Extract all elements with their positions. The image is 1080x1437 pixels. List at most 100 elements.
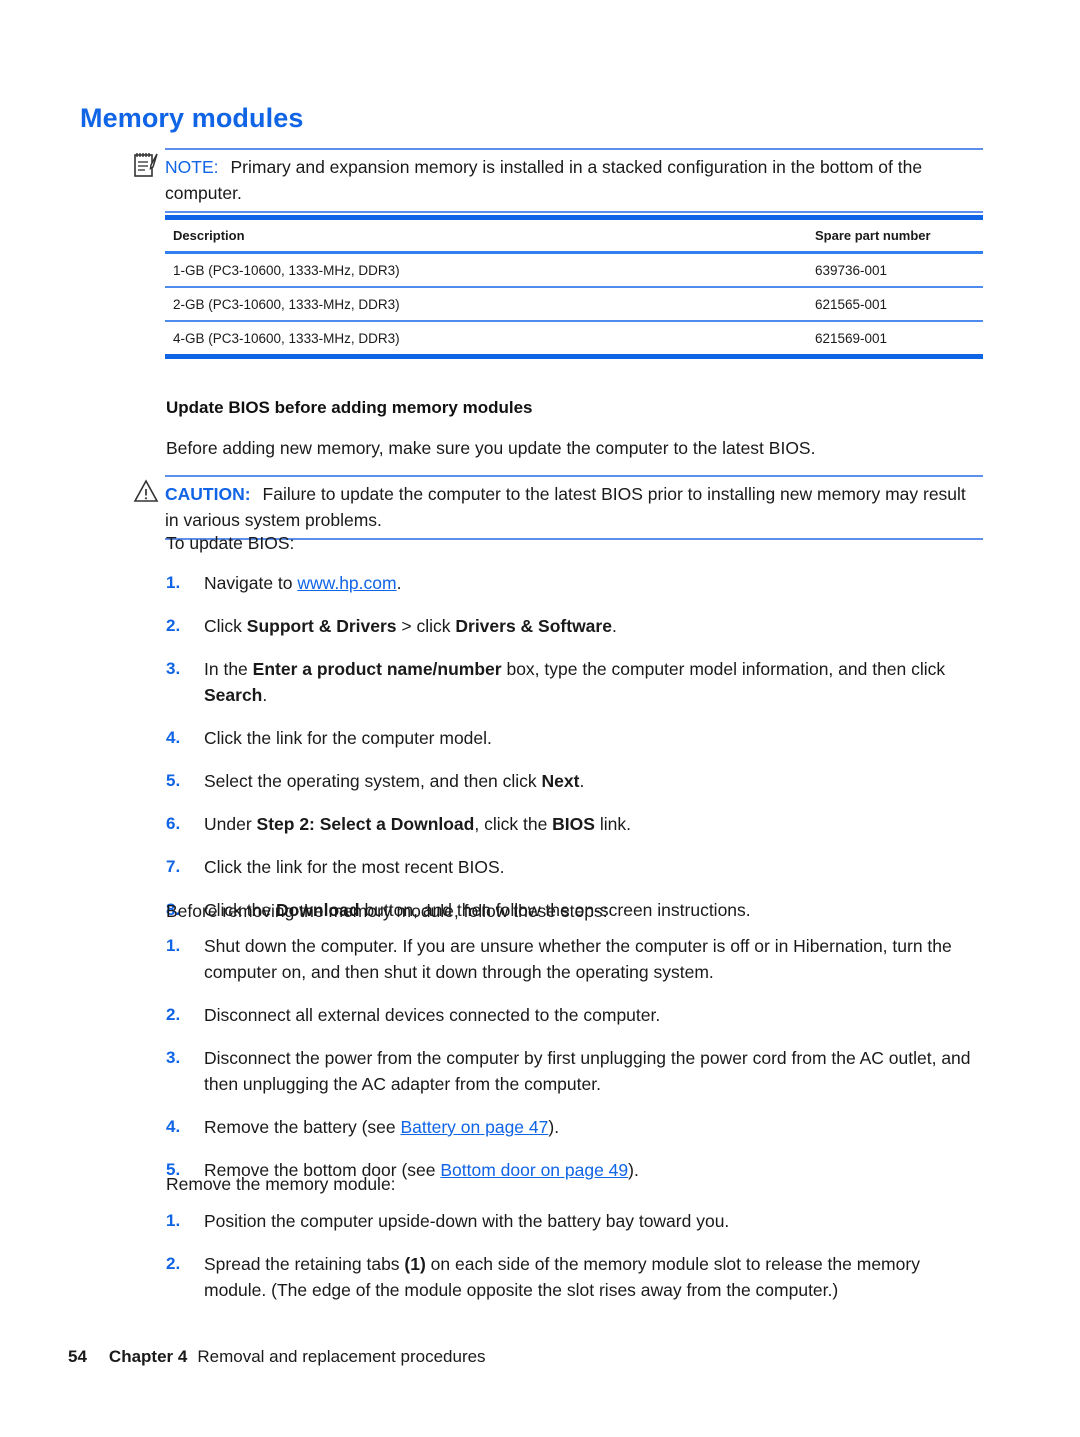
bios-update-steps: 1. Navigate to www.hp.com. 2. Click Supp… xyxy=(166,570,984,940)
document-page: Memory modules NOTE: Primary and expansio… xyxy=(0,0,1080,1437)
note-body: NOTE: Primary and expansion memory is ins… xyxy=(165,148,983,213)
plain-text: Spread the retaining tabs xyxy=(204,1254,405,1274)
list-item-text: Disconnect the power from the computer b… xyxy=(204,1048,971,1094)
list-item-number: 1. xyxy=(166,936,181,955)
footer-page-number: 54 xyxy=(68,1347,87,1366)
plain-text: . xyxy=(262,685,268,705)
emphasized-text: BIOS xyxy=(552,814,595,834)
list-item-number: 6. xyxy=(166,814,181,833)
note-admonition: NOTE: Primary and expansion memory is ins… xyxy=(133,148,983,213)
list-item-text: Click the link for the computer model. xyxy=(204,725,984,751)
list-item-text: In the Enter a product name/number box, … xyxy=(204,656,984,708)
list-item: 3. Disconnect the power from the compute… xyxy=(166,1045,984,1097)
memory-modules-table: Description Spare part number 1-GB (PC3-… xyxy=(165,215,983,359)
section-intro-paragraph: Before adding new memory, make sure you … xyxy=(166,438,816,458)
list-item: 2. Disconnect all external devices conne… xyxy=(166,1002,984,1028)
emphasized-text: Support & Drivers xyxy=(246,616,397,636)
list-item-text: Disconnect all external devices connecte… xyxy=(204,1005,661,1025)
plain-text: Click xyxy=(204,616,247,636)
list-item-text: Navigate to www.hp.com. xyxy=(204,570,984,596)
list-item: 6. Under Step 2: Select a Download, clic… xyxy=(166,811,984,837)
list-item: 1. Shut down the computer. If you are un… xyxy=(166,933,984,985)
emphasized-text: Next xyxy=(541,771,580,791)
table-rule-bottom xyxy=(165,354,983,359)
hp-com-link[interactable]: www.hp.com xyxy=(297,573,396,593)
text-before-link: Navigate to xyxy=(204,573,298,593)
column-header-spare-part-number: Spare part number xyxy=(815,228,931,243)
footer-chapter-title: Removal and replacement procedures xyxy=(197,1347,486,1366)
table-row: 2-GB (PC3-10600, 1333-MHz, DDR3) 621565-… xyxy=(165,288,983,320)
emphasized-text: Step 2: Select a Download xyxy=(256,814,475,834)
plain-text: box, type the computer model information… xyxy=(501,659,946,679)
list-item-text: Click the link for the most recent BIOS. xyxy=(204,854,984,880)
column-header-description: Description xyxy=(173,228,245,243)
list-item: 1. Position the computer upside-down wit… xyxy=(166,1208,984,1234)
emphasized-text: Drivers & Software xyxy=(455,616,612,636)
cell-description: 4-GB (PC3-10600, 1333-MHz, DDR3) xyxy=(173,330,400,346)
remove-module-lead-in: Remove the memory module: xyxy=(166,1174,396,1194)
table-row: 4-GB (PC3-10600, 1333-MHz, DDR3) 621569-… xyxy=(165,322,983,354)
page-footer: 54 Chapter 4 Removal and replacement proce… xyxy=(68,1347,486,1367)
note-pad-pencil-icon xyxy=(133,151,159,179)
list-item: 1. Navigate to www.hp.com. xyxy=(166,570,984,596)
bios-list-lead-in: To update BIOS: xyxy=(166,533,295,553)
cell-part-number: 639736-001 xyxy=(815,262,888,278)
text-after-link: ). xyxy=(548,1117,560,1137)
list-item-number: 1. xyxy=(166,573,181,592)
list-item-text: Under Step 2: Select a Download, click t… xyxy=(204,811,984,837)
before-removing-lead-in: Before removing the memory module, follo… xyxy=(166,901,608,921)
list-item: 2. Click Support & Drivers > click Drive… xyxy=(166,613,984,639)
page-title: Memory modules xyxy=(80,103,304,133)
table-row: 1-GB (PC3-10600, 1333-MHz, DDR3) 639736-… xyxy=(165,254,983,286)
list-item-number: 3. xyxy=(166,659,181,678)
cell-part-number: 621569-001 xyxy=(815,330,888,346)
caution-label: CAUTION: xyxy=(165,484,251,504)
list-item-number: 5. xyxy=(166,771,181,790)
list-item: 7. Click the link for the most recent BI… xyxy=(166,854,984,880)
plain-text: , click the xyxy=(474,814,553,834)
list-item-number: 2. xyxy=(166,1005,181,1024)
list-item: 3. In the Enter a product name/number bo… xyxy=(166,656,984,708)
battery-page-link[interactable]: Battery on page 47 xyxy=(400,1117,548,1137)
plain-text: Under xyxy=(204,814,257,834)
list-item-text: Select the operating system, and then cl… xyxy=(204,768,984,794)
cell-description: 1-GB (PC3-10600, 1333-MHz, DDR3) xyxy=(173,262,400,278)
remove-module-steps: 1. Position the computer upside-down wit… xyxy=(166,1208,984,1320)
note-text: Primary and expansion memory is installe… xyxy=(165,157,923,203)
table-header-row: Description Spare part number xyxy=(165,220,983,251)
cell-description: 2-GB (PC3-10600, 1333-MHz, DDR3) xyxy=(173,296,400,312)
list-item: 5. Select the operating system, and then… xyxy=(166,768,984,794)
list-item-text: Remove the battery (see Battery on page … xyxy=(204,1114,984,1140)
footer-chapter-label: Chapter 4 xyxy=(108,1347,188,1366)
caution-text: Failure to update the computer to the la… xyxy=(165,484,966,530)
before-removing-steps: 1. Shut down the computer. If you are un… xyxy=(166,933,984,1200)
list-item-number: 4. xyxy=(166,728,181,747)
note-label: NOTE: xyxy=(165,157,219,177)
list-item-text: Shut down the computer. If you are unsur… xyxy=(204,936,952,982)
list-item: 2. Spread the retaining tabs (1) on each… xyxy=(166,1251,984,1303)
plain-text: In the xyxy=(204,659,253,679)
cell-part-number: 621565-001 xyxy=(815,296,888,312)
plain-text: Position the computer upside-down with t… xyxy=(204,1211,730,1231)
plain-text: . xyxy=(579,771,585,791)
section-subheading: Update BIOS before adding memory modules xyxy=(166,398,533,417)
emphasized-text: (1) xyxy=(404,1254,426,1274)
plain-text: Click the link for the most recent BIOS. xyxy=(204,857,505,877)
list-item-number: 1. xyxy=(166,1211,181,1230)
plain-text: Click the link for the computer model. xyxy=(204,728,492,748)
list-item: 4. Click the link for the computer model… xyxy=(166,725,984,751)
plain-text: > click xyxy=(396,616,456,636)
list-item-number: 2. xyxy=(166,616,181,635)
emphasized-text: Enter a product name/number xyxy=(252,659,502,679)
list-item-text: Position the computer upside-down with t… xyxy=(204,1208,984,1234)
text-before-link: Remove the battery (see xyxy=(204,1117,401,1137)
warning-triangle-icon xyxy=(133,478,159,506)
text-after-link: . xyxy=(396,573,402,593)
plain-text: Select the operating system, and then cl… xyxy=(204,771,542,791)
list-item-number: 7. xyxy=(166,857,181,876)
list-item-text: Spread the retaining tabs (1) on each si… xyxy=(204,1251,984,1303)
list-item-number: 3. xyxy=(166,1048,181,1067)
list-item-text: Click Support & Drivers > click Drivers … xyxy=(204,613,984,639)
list-item-number: 2. xyxy=(166,1254,181,1273)
list-item: 4. Remove the battery (see Battery on pa… xyxy=(166,1114,984,1140)
